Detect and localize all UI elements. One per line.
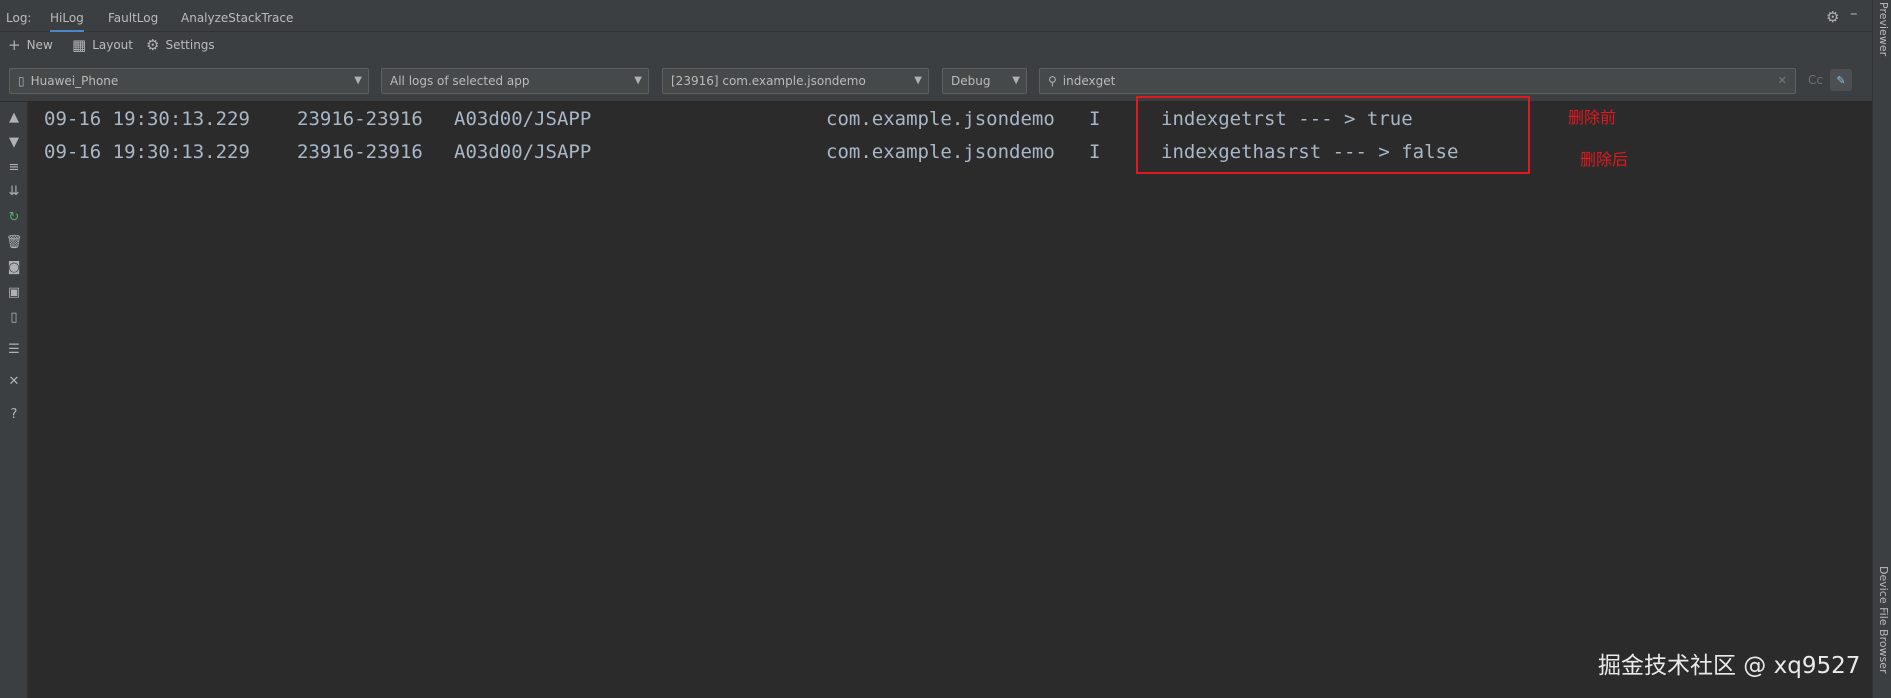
- filter-bar: ▯ Huawei_Phone ▼ All logs of selected ap…: [0, 56, 1872, 102]
- right-tool-strip: Previewer Device File Browser: [1872, 0, 1891, 698]
- search-icon: ⚲: [1048, 74, 1057, 88]
- close-icon[interactable]: ✕: [0, 374, 28, 389]
- gear-icon: ⚙: [146, 36, 160, 54]
- chevron-down-icon: ▼: [354, 75, 362, 86]
- device-value: Huawei_Phone: [30, 74, 119, 88]
- log-pid: 23916-23916: [297, 141, 423, 163]
- restart-icon[interactable]: ↻: [0, 210, 28, 225]
- clear-search-icon[interactable]: ✕: [1778, 74, 1787, 87]
- log-message: indexgetrst --- > true: [1161, 108, 1413, 130]
- match-case-toggle[interactable]: Cc: [1808, 73, 1823, 87]
- chevron-down-icon: ▼: [634, 75, 642, 86]
- save-icon[interactable]: ▣: [0, 285, 28, 300]
- log-output: 09-16 19:30:13.229 23916-23916 A03d00/JS…: [28, 102, 1872, 698]
- tab-hilog[interactable]: HiLog: [50, 11, 84, 33]
- camera-icon[interactable]: ◙: [0, 260, 28, 275]
- plus-icon: +: [8, 36, 21, 54]
- log-timestamp: 09-16 19:30:13.229: [44, 108, 250, 130]
- process-value: [23916] com.example.jsondemo: [671, 74, 866, 88]
- tab-faultlog[interactable]: FaultLog: [108, 11, 158, 25]
- annotation-after: 删除后: [1580, 150, 1629, 169]
- scroll-down-icon[interactable]: ▼: [0, 135, 28, 150]
- log-package: com.example.jsondemo: [826, 141, 1055, 163]
- hide-panel-icon[interactable]: –: [1850, 4, 1858, 22]
- help-icon[interactable]: ?: [0, 407, 28, 422]
- log-level: I: [1089, 141, 1101, 163]
- tab-analyzestacktrace[interactable]: AnalyzeStackTrace: [181, 11, 293, 25]
- scroll-to-end-icon[interactable]: ⇊: [0, 184, 28, 199]
- panel-settings-gear-icon[interactable]: ⚙: [1826, 8, 1839, 26]
- log-prefix-label: Log:: [6, 11, 32, 25]
- chevron-down-icon: ▼: [1012, 75, 1020, 86]
- new-button[interactable]: + New: [8, 36, 53, 54]
- settings-label: Settings: [165, 38, 215, 52]
- layout-label: Layout: [92, 38, 133, 52]
- layout-button[interactable]: ▦ Layout: [72, 36, 133, 54]
- regex-filter-icon[interactable]: ✎: [1830, 69, 1852, 91]
- chevron-down-icon: ▼: [914, 75, 922, 86]
- log-toolbar: + New ▦ Layout ⚙ Settings: [0, 32, 1872, 56]
- log-pid: 23916-23916: [297, 108, 423, 130]
- log-level-select[interactable]: Debug ▼: [942, 68, 1027, 94]
- new-label: New: [26, 38, 53, 52]
- annotation-before: 删除前: [1568, 108, 1617, 127]
- log-tag: A03d00/JSAPP: [454, 141, 592, 163]
- device-select[interactable]: ▯ Huawei_Phone ▼: [9, 68, 369, 94]
- log-level-value: Debug: [951, 74, 991, 88]
- scroll-up-icon[interactable]: ▲: [0, 110, 28, 125]
- log-timestamp: 09-16 19:30:13.229: [44, 141, 250, 163]
- log-tag: A03d00/JSAPP: [454, 108, 592, 130]
- soft-wrap-icon[interactable]: ≡: [0, 160, 28, 175]
- settings-button[interactable]: ⚙ Settings: [146, 36, 215, 54]
- search-value: indexget: [1062, 74, 1116, 88]
- log-message: indexgethasrst --- > false: [1161, 141, 1459, 163]
- log-level: I: [1089, 108, 1101, 130]
- log-scope-select[interactable]: All logs of selected app ▼: [381, 68, 649, 94]
- log-search-input[interactable]: ⚲ indexget ✕: [1039, 68, 1796, 94]
- log-package: com.example.jsondemo: [826, 108, 1055, 130]
- log-tab-bar: Log: HiLog FaultLog AnalyzeStackTrace ⚙ …: [0, 0, 1872, 33]
- filter-settings-icon[interactable]: ☰: [0, 342, 28, 357]
- device-file-browser-tab[interactable]: Device File Browser: [1877, 566, 1890, 674]
- phone-icon: ▯: [18, 74, 25, 88]
- device-icon[interactable]: ▯: [0, 310, 28, 325]
- log-scope-value: All logs of selected app: [390, 74, 530, 88]
- watermark-text: 掘金技术社区 @ xq9527: [1598, 653, 1861, 679]
- trash-icon[interactable]: 🗑: [0, 235, 28, 250]
- previewer-tab[interactable]: Previewer: [1877, 2, 1890, 56]
- log-side-toolbar: ▲ ▼ ≡ ⇊ ↻ 🗑 ◙ ▣ ▯ ☰ ✕ ?: [0, 102, 28, 698]
- process-select[interactable]: [23916] com.example.jsondemo ▼: [662, 68, 929, 94]
- grid-layout-icon: ▦: [72, 36, 87, 54]
